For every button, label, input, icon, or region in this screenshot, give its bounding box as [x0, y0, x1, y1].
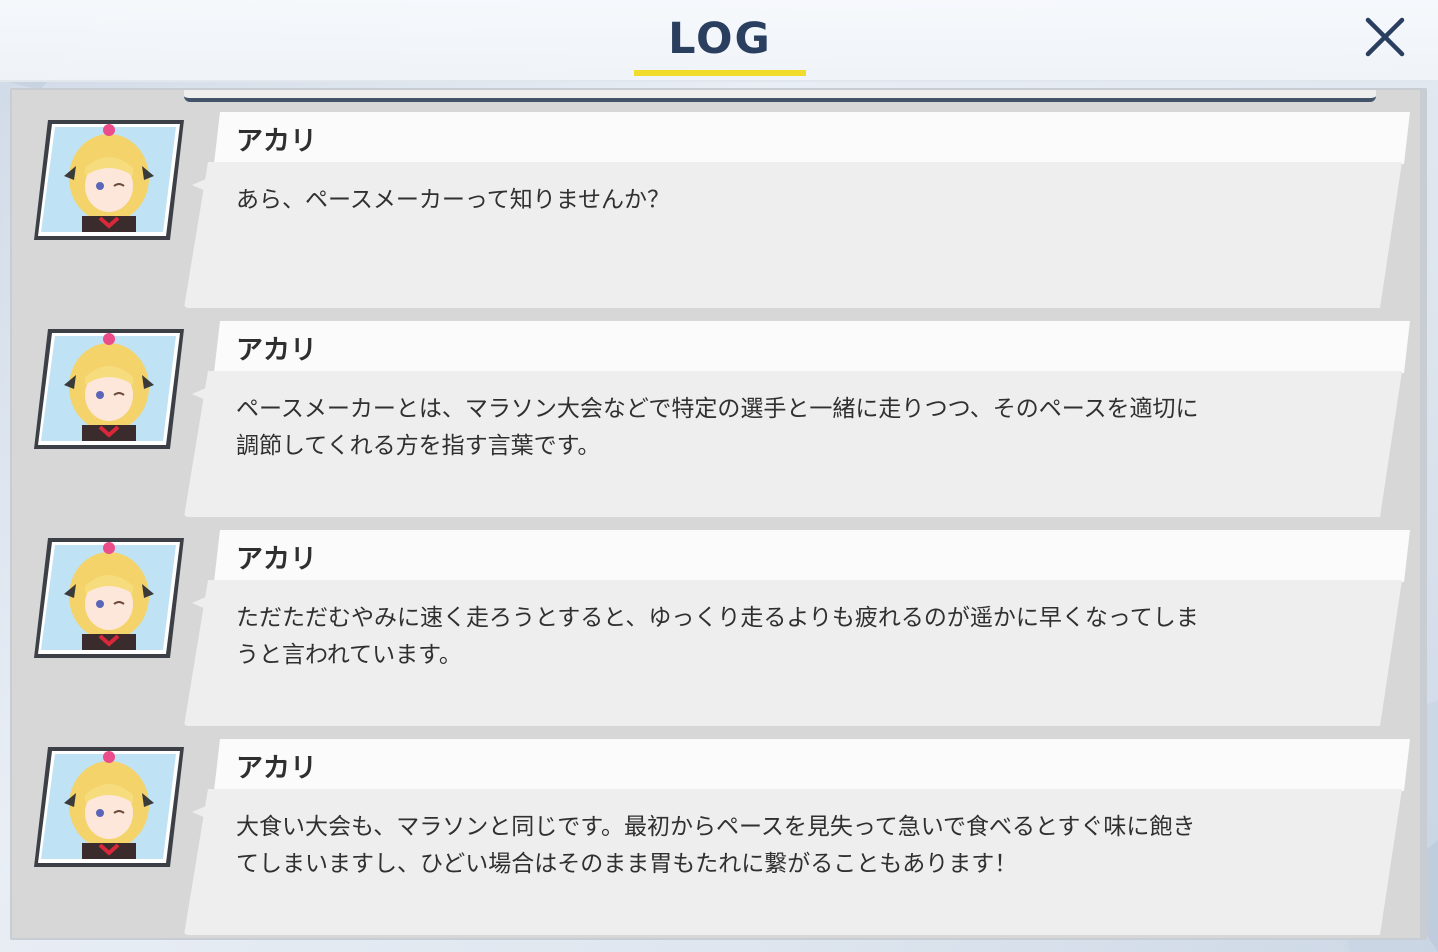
- log-header: LOG: [0, 0, 1438, 82]
- title-underline: [634, 70, 806, 76]
- log-entry: アカリ ただただむやみに速く走ろうとすると、ゆっくり走るよりも疲れるのが遥かに早…: [12, 508, 1425, 726]
- close-x-icon: [1365, 17, 1405, 57]
- character-portrait-icon: [34, 747, 184, 867]
- message-text: ペースメーカーとは、マラソン大会などで特定の選手と一緒に走りつつ、そのペースを適…: [236, 396, 1199, 459]
- message-text: あら、ペースメーカーって知りませんか？: [236, 187, 671, 213]
- log-entry: アカリ ペースメーカーとは、マラソン大会などで特定の選手と一緒に走りつつ、そのペ…: [12, 299, 1425, 517]
- message-text: 大食い大会も、マラソンと同じです。最初からペースを見失って急いで食べるとすぐ味に…: [236, 814, 1196, 877]
- log-entry: アカリ あら、ペースメーカーって知りませんか？: [12, 90, 1425, 308]
- speaker-name-card: [214, 321, 1410, 373]
- speaker-name-card: [214, 739, 1410, 791]
- speech-tail: [192, 799, 222, 825]
- scrollbar[interactable]: [1420, 90, 1426, 938]
- speaker-name: アカリ: [236, 335, 317, 366]
- speech-tail: [192, 381, 222, 407]
- speech-tail: [192, 590, 222, 616]
- log-list[interactable]: アカリ あら、ペースメーカーって知りませんか？ アカリ ペースメーカーとは、マラ…: [10, 88, 1427, 940]
- close-button[interactable]: [1358, 10, 1412, 64]
- character-portrait-icon: [34, 329, 184, 449]
- character-portrait-icon: [34, 538, 184, 658]
- character-portrait-icon: [34, 120, 184, 240]
- speaker-name: アカリ: [236, 544, 317, 575]
- speaker-name: アカリ: [236, 126, 317, 157]
- speaker-name-card: [214, 112, 1410, 164]
- message-text: ただただむやみに速く走ろうとすると、ゆっくり走るよりも疲れるのが遥かに早くなって…: [236, 605, 1199, 668]
- speaker-name: アカリ: [236, 753, 317, 784]
- speech-tail: [192, 172, 222, 198]
- log-entry: アカリ 大食い大会も、マラソンと同じです。最初からペースを見失って急いで食べると…: [12, 717, 1425, 935]
- speaker-name-card: [214, 530, 1410, 582]
- page-title: LOG: [668, 14, 772, 64]
